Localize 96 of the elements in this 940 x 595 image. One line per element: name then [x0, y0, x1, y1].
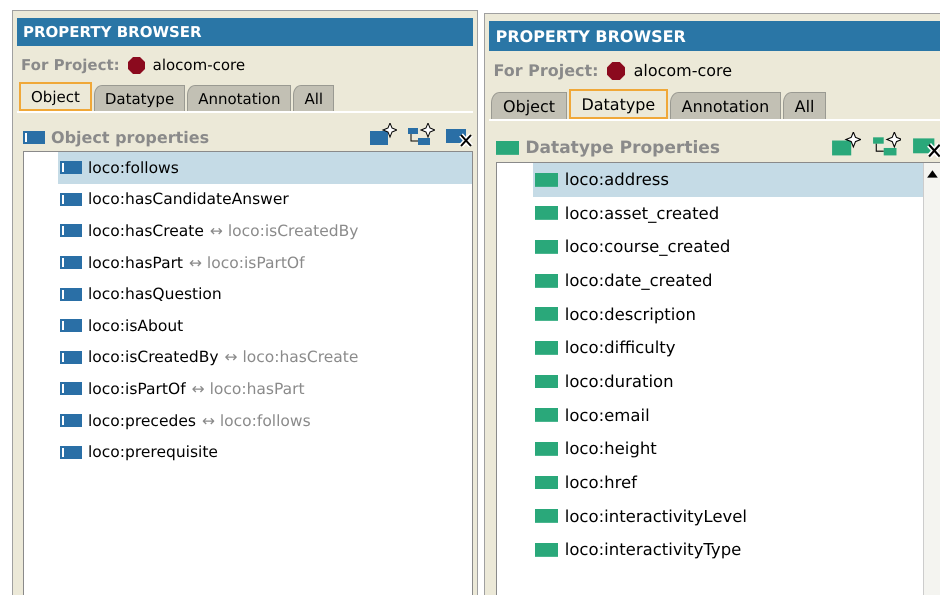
property-item[interactable]: loco:hasCreate ↔ loco:isCreatedBy [58, 215, 472, 247]
property-name: loco:height [564, 439, 657, 458]
property-item[interactable]: loco:email [532, 398, 923, 432]
property-icon [534, 374, 558, 388]
property-icon [60, 288, 82, 301]
property-item[interactable]: loco:date_created [532, 264, 923, 298]
property-name: loco:hasCreate [88, 222, 204, 240]
property-item[interactable]: loco:href [532, 466, 923, 500]
inverse-property: ↔ loco:isCreatedBy [210, 222, 358, 240]
property-item[interactable]: loco:course_created [532, 230, 923, 264]
property-icon [534, 542, 558, 557]
property-item[interactable]: loco:height [532, 432, 923, 466]
property-item[interactable]: loco:interactivityLevel [532, 499, 923, 533]
tab[interactable]: Datatype [568, 89, 668, 120]
create-property-icon[interactable] [831, 132, 862, 158]
scrollbar[interactable] [922, 162, 940, 595]
tab[interactable]: Annotation [670, 92, 781, 120]
tab[interactable]: All [293, 85, 334, 111]
property-item[interactable]: loco:follows [58, 152, 472, 184]
create-property-icon[interactable] [369, 123, 397, 147]
tab[interactable]: Object [19, 82, 92, 111]
tab[interactable]: Annotation [187, 85, 292, 111]
panel-title: PROPERTY BROWSER [489, 21, 940, 51]
property-name: loco:href [564, 472, 637, 492]
project-icon [128, 56, 145, 74]
property-item[interactable]: loco:hasPart ↔ loco:isPartOf [58, 246, 472, 278]
property-name: loco:asset_created [564, 204, 720, 223]
property-icon [534, 274, 558, 288]
property-icon [534, 240, 558, 254]
property-icon [534, 172, 558, 187]
property-name: loco:hasCandidateAnswer [88, 190, 289, 208]
property-name: loco:prerequisite [88, 443, 218, 462]
property-name: loco:interactivityLevel [564, 506, 747, 526]
project-name: alocom-core [152, 56, 246, 74]
property-icon [534, 408, 558, 422]
property-icon [60, 446, 82, 459]
tab[interactable]: All [783, 92, 826, 120]
inverse-property: ↔ loco:hasCreate [224, 348, 358, 366]
property-icon [60, 224, 82, 238]
property-icon [534, 206, 558, 220]
project-label: For Project: [21, 56, 120, 74]
property-name: loco:date_created [564, 271, 712, 290]
property-icon [23, 131, 45, 144]
tab[interactable]: Object [491, 92, 567, 120]
property-name: loco:isCreatedBy [88, 348, 219, 366]
inverse-property: ↔ loco:follows [202, 412, 311, 430]
property-icon [60, 256, 82, 270]
property-icon [534, 476, 558, 490]
property-name: loco:address [564, 170, 669, 190]
project-label: For Project: [494, 61, 599, 80]
property-item[interactable]: loco:isPartOf ↔ loco:hasPart [58, 373, 472, 405]
property-name: loco:follows [88, 158, 179, 177]
property-icon [60, 382, 82, 396]
property-item[interactable]: loco:precedes ↔ loco:follows [58, 404, 472, 436]
property-name: loco:hasPart [88, 254, 184, 272]
property-item[interactable]: loco:description [532, 297, 923, 332]
property-item[interactable]: loco:duration [532, 364, 923, 398]
property-name: loco:interactivityType [564, 540, 742, 560]
property-icon [60, 350, 82, 364]
property-name: loco:difficulty [564, 338, 676, 358]
property-icon [534, 307, 558, 322]
property-item[interactable]: loco:prerequisite [58, 436, 472, 468]
property-name: loco:isAbout [88, 316, 184, 335]
tab[interactable]: Datatype [94, 85, 186, 111]
property-item[interactable]: loco:interactivityType [532, 532, 923, 567]
property-item[interactable]: loco:hasQuestion [58, 278, 472, 310]
project-name: alocom-core [634, 61, 732, 80]
property-name: loco:email [564, 406, 650, 425]
property-name: loco:duration [564, 372, 674, 392]
property-icon [534, 442, 558, 456]
property-icon [60, 161, 82, 174]
project-icon [607, 62, 626, 80]
property-name: loco:isPartOf [88, 380, 186, 398]
property-icon [534, 509, 558, 524]
property-item[interactable]: loco:address [532, 162, 923, 197]
property-name: loco:course_created [564, 237, 730, 256]
property-item[interactable]: loco:difficulty [532, 331, 923, 365]
property-icon [496, 140, 520, 155]
property-icon [60, 192, 82, 206]
panel-title: PROPERTY BROWSER [17, 18, 473, 46]
create-subproperty-icon[interactable] [872, 132, 902, 158]
inverse-property: ↔ loco:hasPart [192, 380, 305, 398]
property-name: loco:hasQuestion [88, 285, 222, 304]
section-title: Object properties [51, 128, 210, 147]
inverse-property: ↔ loco:isPartOf [189, 254, 305, 272]
property-name: loco:description [564, 304, 696, 324]
property-item[interactable]: loco:isCreatedBy ↔ loco:hasCreate [58, 342, 472, 374]
property-icon [60, 414, 82, 428]
property-icon [60, 319, 82, 332]
create-subproperty-icon[interactable] [407, 123, 435, 147]
property-item[interactable]: loco:isAbout [58, 310, 472, 342]
property-icon [534, 340, 558, 355]
property-name: loco:precedes [88, 412, 196, 430]
property-item[interactable]: loco:asset_created [532, 196, 923, 230]
property-item[interactable]: loco:hasCandidateAnswer [58, 184, 472, 216]
section-title: Datatype Properties [525, 138, 720, 158]
